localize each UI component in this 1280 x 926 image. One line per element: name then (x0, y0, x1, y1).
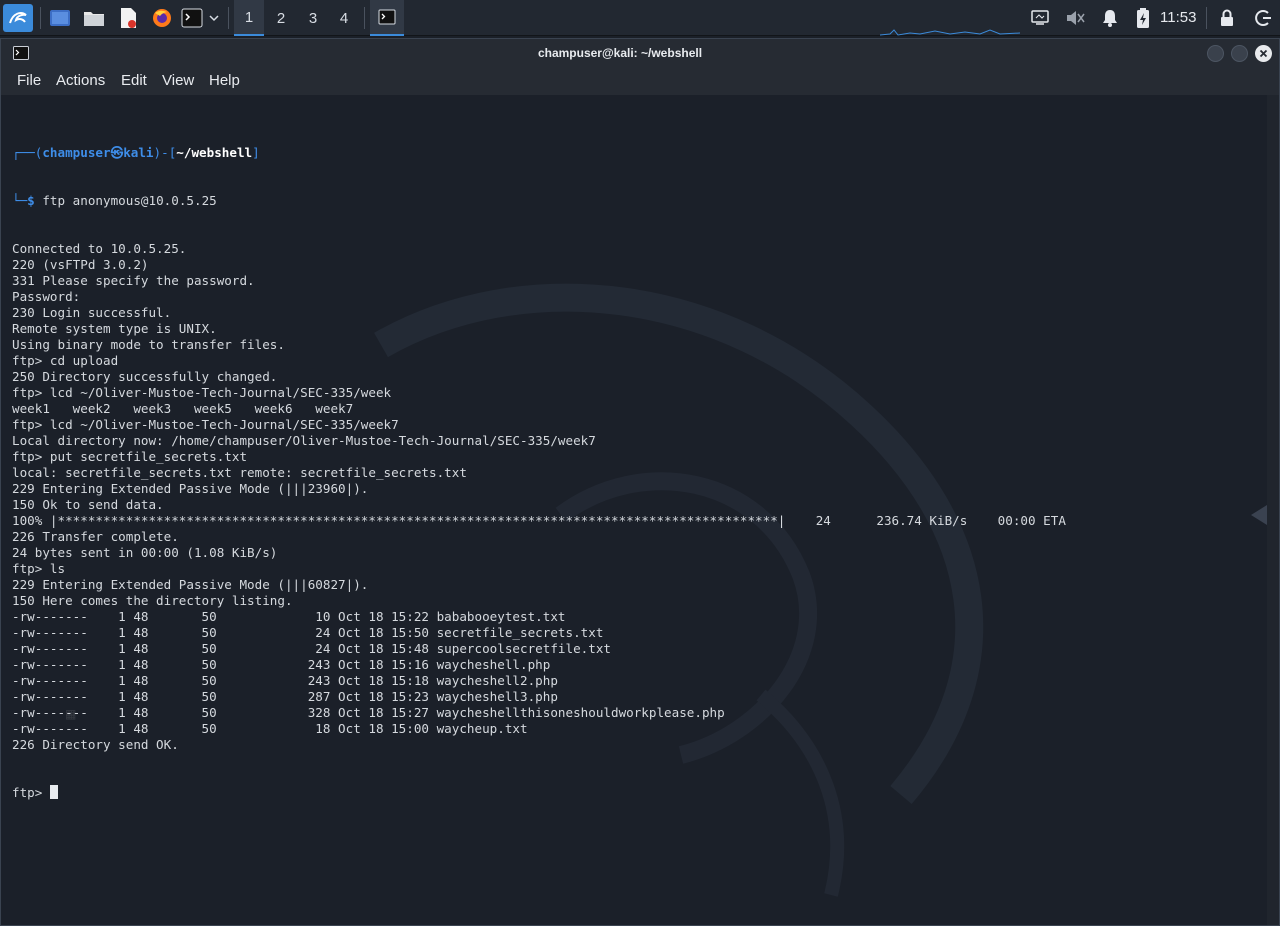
text-editor-icon[interactable] (114, 4, 142, 32)
close-button[interactable] (1255, 45, 1272, 62)
terminal-line: -rw------- 1 48 50 243 Oct 18 15:18 wayc… (12, 673, 558, 688)
prompt-host: kali (123, 145, 154, 160)
terminal-line: ftp> lcd ~/Oliver-Mustoe-Tech-Journal/SE… (12, 417, 399, 432)
terminal-line: Password: (12, 289, 81, 304)
terminal-line: Local directory now: /home/champuser/Oli… (12, 433, 596, 448)
volume-muted-icon[interactable] (1062, 4, 1088, 32)
terminal-line: ftp> put secretfile_secrets.txt (12, 449, 248, 464)
terminal-line: Connected to 10.0.5.25. (12, 241, 187, 256)
notifications-bell-icon[interactable] (1098, 4, 1122, 32)
prompt-command: ftp anonymous@10.0.5.25 (42, 193, 217, 208)
workspace-1[interactable]: 1 (234, 0, 264, 36)
terminal-line: Remote system type is UNIX. (12, 321, 217, 336)
terminal-line: 229 Entering Extended Passive Mode (|||6… (12, 577, 369, 592)
terminal-line: 229 Entering Extended Passive Mode (|||2… (12, 481, 369, 496)
menu-view[interactable]: View (162, 67, 194, 95)
taskbar-terminal-window[interactable] (370, 0, 404, 36)
current-prompt[interactable]: ftp> (12, 785, 1262, 801)
terminal-line: -rw------- 1 48 50 243 Oct 18 15:16 wayc… (12, 657, 551, 672)
terminal-line: ftp> ls (12, 561, 66, 576)
terminal-line: 250 Directory successfully changed. (12, 369, 278, 384)
workspace-2[interactable]: 2 (266, 0, 296, 36)
terminal-line: 100% |**********************************… (12, 513, 1066, 528)
terminal-line: -rw------- 1 48 50 24 Oct 18 15:48 super… (12, 641, 611, 656)
network-icon[interactable] (1028, 4, 1052, 32)
terminal-window: champuser@kali: ~/webshell File Actions … (0, 38, 1280, 926)
terminal-line: 226 Directory send OK. (12, 737, 179, 752)
text-cursor (49, 785, 58, 799)
firefox-icon[interactable] (148, 4, 176, 32)
terminal-line: -rw------- 1 48 50 18 Oct 18 15:00 waych… (12, 721, 528, 736)
lock-screen-icon[interactable] (1214, 4, 1240, 32)
terminal-line: ftp> lcd ~/Oliver-Mustoe-Tech-Journal/SE… (12, 385, 392, 400)
kali-menu-icon[interactable] (3, 4, 33, 32)
terminal-line: ftp> cd upload (12, 353, 119, 368)
terminal-line: -rw------- 1 48 50 10 Oct 18 15:22 babab… (12, 609, 566, 624)
terminal-text: ┌──(champuser㉿kali)-[~/webshell] └─$ ftp… (12, 113, 1262, 833)
terminal-line: 150 Here comes the directory listing. (12, 593, 293, 608)
terminal-line: 150 Ok to send data. (12, 497, 164, 512)
menu-actions[interactable]: Actions (56, 67, 105, 95)
menu-edit[interactable]: Edit (121, 67, 147, 95)
file-manager-icon[interactable] (80, 4, 108, 32)
scrollbar[interactable] (1267, 95, 1279, 925)
menu-file[interactable]: File (17, 67, 41, 95)
menu-bar: File Actions Edit View Help (1, 67, 1279, 95)
logout-icon[interactable] (1250, 4, 1276, 32)
chevron-down-icon[interactable] (206, 4, 222, 32)
show-desktop-icon[interactable] (46, 4, 74, 32)
window-titlebar[interactable]: champuser@kali: ~/webshell (1, 39, 1279, 67)
prompt-path: ~/webshell (176, 145, 253, 160)
terminal-line: Using binary mode to transfer files. (12, 337, 285, 352)
terminal-line: 230 Login successful. (12, 305, 172, 320)
terminal-line: local: secretfile_secrets.txt remote: se… (12, 465, 467, 480)
prompt-line-1: ┌──(champuser㉿kali)-[~/webshell] (12, 145, 260, 160)
workspace-3[interactable]: 3 (298, 0, 328, 36)
menu-help[interactable]: Help (209, 67, 240, 95)
terminal-output-area[interactable]: ▦ ┌──(champuser㉿kali)-[~/webshell] └─$ f… (1, 95, 1279, 925)
terminal-line: -rw------- 1 48 50 328 Oct 18 15:27 wayc… (12, 705, 725, 720)
terminal-line: -rw------- 1 48 50 24 Oct 18 15:50 secre… (12, 625, 604, 640)
terminal-line: 24 bytes sent in 00:00 (1.08 KiB/s) (12, 545, 278, 560)
minimize-button[interactable] (1207, 45, 1224, 62)
clock[interactable]: 11:53 (1160, 0, 1196, 36)
cpu-graph (880, 29, 1020, 36)
window-title: champuser@kali: ~/webshell (537, 46, 703, 60)
close-icon (1259, 49, 1268, 58)
top-panel: 1 2 3 4 11:53 (0, 0, 1280, 36)
workspace-4[interactable]: 4 (329, 0, 359, 36)
prompt-user: champuser (42, 145, 111, 160)
prompt-line-2: └─$ ftp anonymous@10.0.5.25 (12, 193, 217, 208)
battery-charging-icon[interactable] (1132, 4, 1154, 32)
terminal-line: 220 (vsFTPd 3.0.2) (12, 257, 149, 272)
terminal-line: -rw------- 1 48 50 287 Oct 18 15:23 wayc… (12, 689, 558, 704)
terminal-icon (378, 9, 396, 25)
terminal-launcher-icon[interactable] (180, 4, 204, 32)
terminal-line: 331 Please specify the password. (12, 273, 255, 288)
terminal-line: 226 Transfer complete. (12, 529, 179, 544)
maximize-button[interactable] (1231, 45, 1248, 62)
terminal-line: week1 week2 week3 week5 week6 week7 (12, 401, 354, 416)
